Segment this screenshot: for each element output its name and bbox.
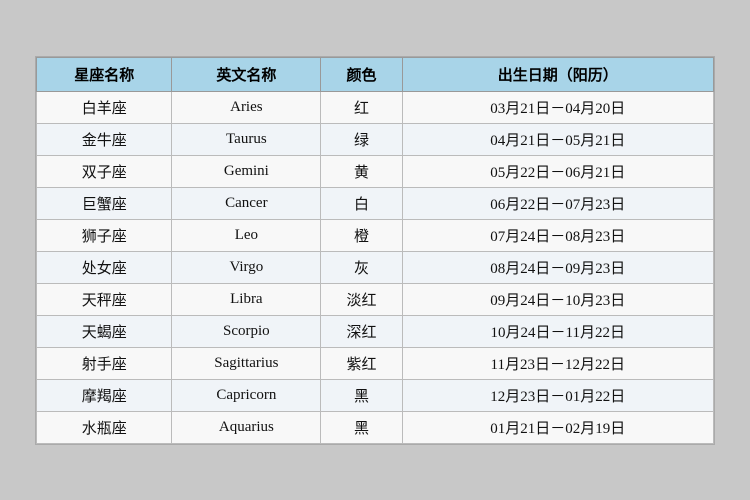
cell-r5-c3: 08月24日－09月23日 [402, 251, 713, 283]
cell-r0-c0: 白羊座 [37, 91, 172, 123]
table-row: 水瓶座Aquarius黑01月21日－02月19日 [37, 411, 714, 443]
header-color: 颜色 [321, 57, 402, 91]
cell-r8-c3: 11月23日－12月22日 [402, 347, 713, 379]
cell-r5-c1: Virgo [172, 251, 321, 283]
cell-r2-c0: 双子座 [37, 155, 172, 187]
cell-r9-c2: 黑 [321, 379, 402, 411]
cell-r7-c1: Scorpio [172, 315, 321, 347]
header-english-name: 英文名称 [172, 57, 321, 91]
cell-r1-c3: 04月21日－05月21日 [402, 123, 713, 155]
cell-r5-c0: 处女座 [37, 251, 172, 283]
cell-r3-c3: 06月22日－07月23日 [402, 187, 713, 219]
cell-r6-c1: Libra [172, 283, 321, 315]
table-row: 金牛座Taurus绿04月21日－05月21日 [37, 123, 714, 155]
cell-r1-c0: 金牛座 [37, 123, 172, 155]
cell-r2-c1: Gemini [172, 155, 321, 187]
cell-r7-c0: 天蝎座 [37, 315, 172, 347]
zodiac-table-container: 星座名称 英文名称 颜色 出生日期（阳历） 白羊座Aries红03月21日－04… [35, 56, 715, 445]
cell-r2-c3: 05月22日－06月21日 [402, 155, 713, 187]
cell-r3-c0: 巨蟹座 [37, 187, 172, 219]
cell-r0-c1: Aries [172, 91, 321, 123]
cell-r8-c2: 紫红 [321, 347, 402, 379]
cell-r8-c1: Sagittarius [172, 347, 321, 379]
table-row: 天秤座Libra淡红09月24日－10月23日 [37, 283, 714, 315]
zodiac-table: 星座名称 英文名称 颜色 出生日期（阳历） 白羊座Aries红03月21日－04… [36, 57, 714, 444]
cell-r4-c0: 狮子座 [37, 219, 172, 251]
cell-r1-c2: 绿 [321, 123, 402, 155]
cell-r6-c0: 天秤座 [37, 283, 172, 315]
cell-r8-c0: 射手座 [37, 347, 172, 379]
cell-r7-c3: 10月24日－11月22日 [402, 315, 713, 347]
cell-r4-c1: Leo [172, 219, 321, 251]
table-row: 射手座Sagittarius紫红11月23日－12月22日 [37, 347, 714, 379]
table-row: 白羊座Aries红03月21日－04月20日 [37, 91, 714, 123]
cell-r1-c1: Taurus [172, 123, 321, 155]
cell-r3-c1: Cancer [172, 187, 321, 219]
table-row: 双子座Gemini黄05月22日－06月21日 [37, 155, 714, 187]
table-row: 天蝎座Scorpio深红10月24日－11月22日 [37, 315, 714, 347]
cell-r10-c2: 黑 [321, 411, 402, 443]
cell-r9-c0: 摩羯座 [37, 379, 172, 411]
cell-r4-c3: 07月24日－08月23日 [402, 219, 713, 251]
table-row: 狮子座Leo橙07月24日－08月23日 [37, 219, 714, 251]
header-chinese-name: 星座名称 [37, 57, 172, 91]
cell-r3-c2: 白 [321, 187, 402, 219]
cell-r10-c1: Aquarius [172, 411, 321, 443]
cell-r0-c2: 红 [321, 91, 402, 123]
cell-r0-c3: 03月21日－04月20日 [402, 91, 713, 123]
cell-r10-c3: 01月21日－02月19日 [402, 411, 713, 443]
cell-r6-c2: 淡红 [321, 283, 402, 315]
cell-r9-c1: Capricorn [172, 379, 321, 411]
table-row: 摩羯座Capricorn黑12月23日－01月22日 [37, 379, 714, 411]
cell-r9-c3: 12月23日－01月22日 [402, 379, 713, 411]
table-row: 处女座Virgo灰08月24日－09月23日 [37, 251, 714, 283]
table-header-row: 星座名称 英文名称 颜色 出生日期（阳历） [37, 57, 714, 91]
cell-r10-c0: 水瓶座 [37, 411, 172, 443]
header-birth-date: 出生日期（阳历） [402, 57, 713, 91]
cell-r2-c2: 黄 [321, 155, 402, 187]
table-row: 巨蟹座Cancer白06月22日－07月23日 [37, 187, 714, 219]
cell-r5-c2: 灰 [321, 251, 402, 283]
cell-r6-c3: 09月24日－10月23日 [402, 283, 713, 315]
cell-r4-c2: 橙 [321, 219, 402, 251]
cell-r7-c2: 深红 [321, 315, 402, 347]
